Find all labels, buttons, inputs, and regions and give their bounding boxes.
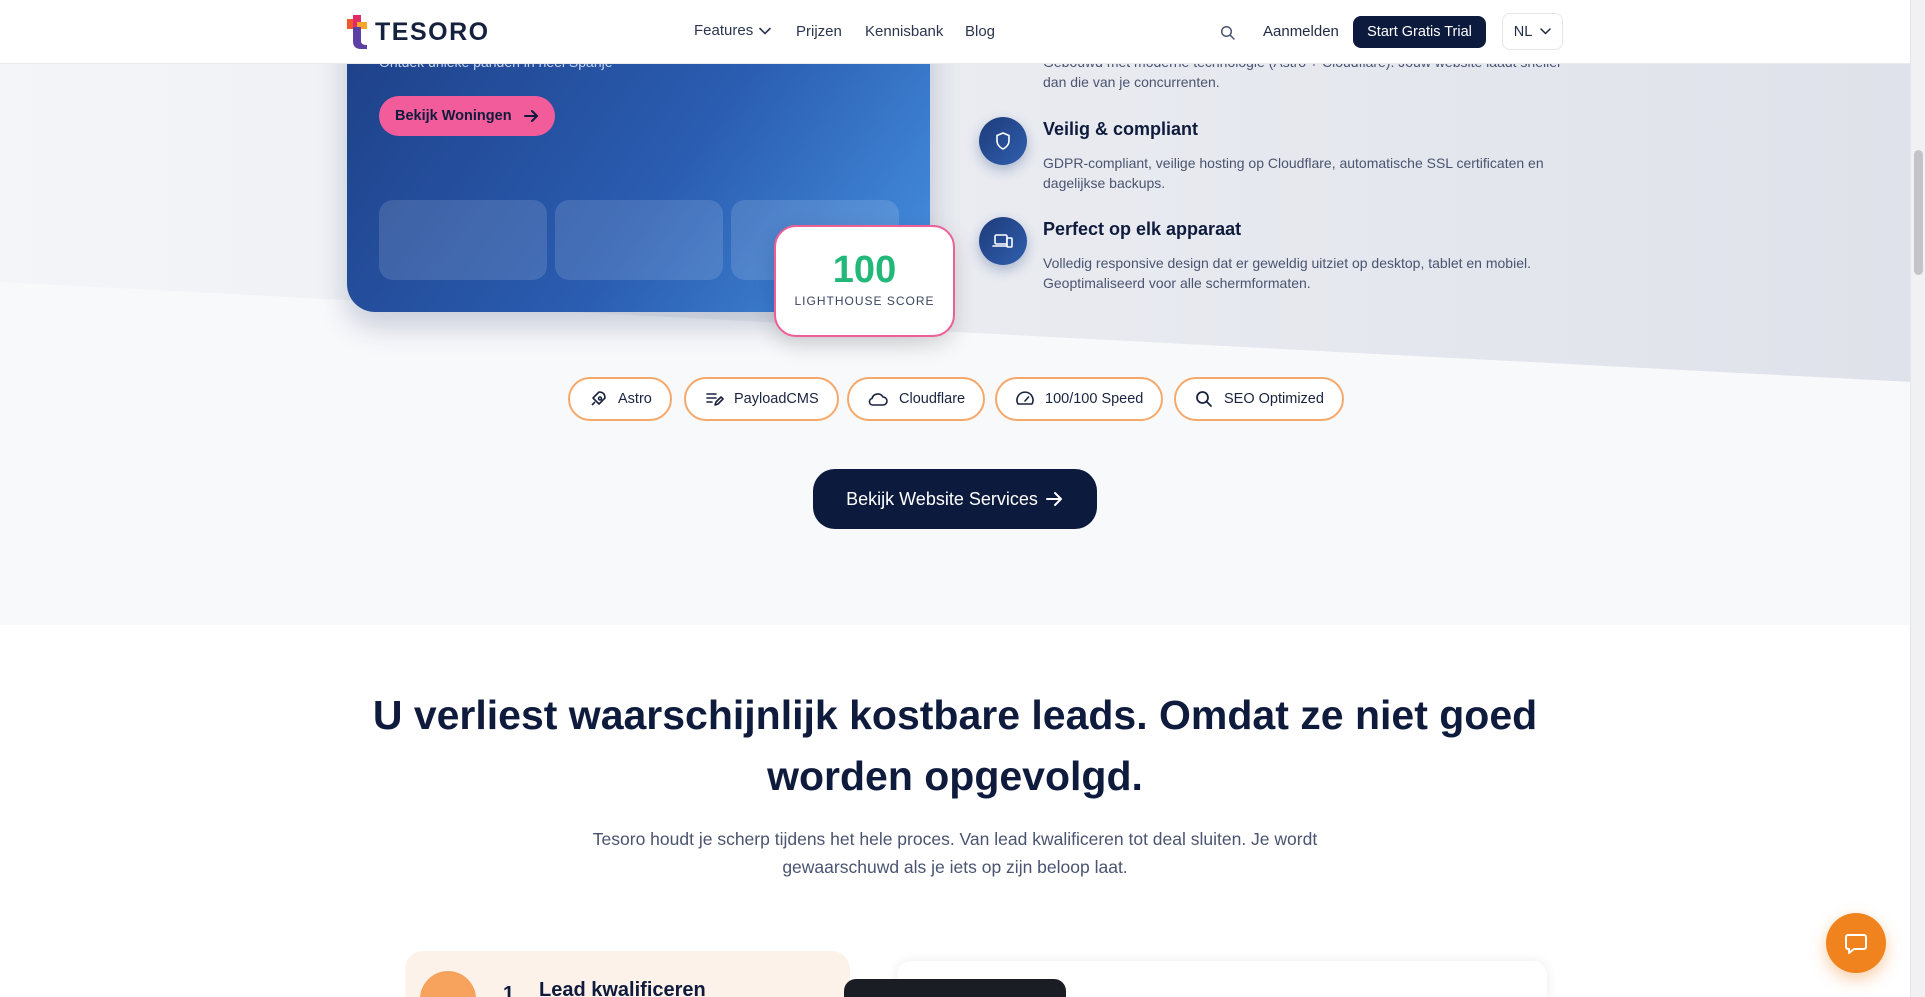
arrow-right-icon (1045, 492, 1062, 506)
chevron-down-icon (759, 27, 772, 35)
leads-subtitle: Tesoro houdt je scherp tijdens het hele … (592, 829, 1318, 877)
upper-section-background (0, 0, 1910, 625)
edit-icon (706, 393, 724, 406)
tech-pill-seo[interactable]: SEO Optimized (1174, 377, 1344, 421)
tech-pill-label: SEO Optimized (1224, 391, 1324, 407)
view-properties-label: Bekijk Woningen (395, 108, 512, 124)
hero-tile (555, 200, 723, 280)
tech-pill-cloudflare[interactable]: Cloudflare (847, 377, 986, 421)
devices-icon (979, 217, 1027, 265)
leads-heading-line: U verliest waarschijnlijk kostbare leads… (372, 692, 1538, 738)
nav-item-kennisbank[interactable]: Kennisbank (865, 23, 943, 40)
tesoro-logo-icon (347, 15, 367, 49)
tech-pill-label: Astro (618, 391, 652, 407)
feature-description: GDPR-compliant, veilige hosting op Cloud… (1043, 155, 1544, 191)
tech-pill-label: Cloudflare (899, 391, 966, 407)
nav-item-blog[interactable]: Blog (965, 23, 995, 40)
nav-item-label: Features (694, 22, 754, 39)
chevron-down-icon (1540, 28, 1552, 35)
nav-item-features[interactable]: Features (694, 22, 772, 39)
leads-heading: U verliest waarschijnlijk kostbare leads… (347, 685, 1563, 807)
nav-item-prijzen[interactable]: Prijzen (796, 23, 842, 40)
tech-pill-label: 100/100 Speed (1045, 391, 1144, 407)
tech-pill-speed[interactable]: 100/100 Speed (995, 377, 1164, 421)
arrow-right-icon (523, 110, 538, 122)
feature-title: Veilig & compliant (1043, 119, 1199, 139)
tech-pill-label: PayloadCMS (734, 391, 819, 407)
chat-icon (1845, 934, 1867, 954)
step-number: 1 (503, 983, 515, 997)
score-value: 100 (832, 249, 897, 291)
language-selector[interactable]: NL (1502, 13, 1563, 50)
services-button-label: Bekijk Website Services (846, 488, 1038, 509)
view-properties-button[interactable]: Bekijk Woningen (379, 96, 555, 136)
leads-heading-line: worden opgevolgd. (767, 753, 1143, 799)
shield-icon (979, 117, 1027, 165)
tech-pill-payloadcms[interactable]: PayloadCMS (684, 377, 839, 421)
dashboard-toolbar-preview (844, 979, 1066, 997)
search-icon (1196, 391, 1212, 407)
view-website-services-button[interactable]: Bekijk Website Services (813, 469, 1097, 529)
tech-pill-astro[interactable]: Astro (568, 377, 672, 421)
scrollbar-thumb[interactable] (1914, 150, 1923, 275)
feature-title: Perfect op elk apparaat (1043, 219, 1242, 239)
login-link[interactable]: Aanmelden (1263, 23, 1339, 40)
site-header: TESORO Features Prijzen Kennisbank Blog … (0, 0, 1910, 64)
rocket-icon (591, 391, 606, 406)
logo-text: TESORO (375, 17, 490, 46)
chat-button[interactable] (1826, 913, 1886, 973)
language-label: NL (1513, 23, 1533, 40)
tesoro-logo[interactable]: TESORO (347, 15, 490, 49)
speedometer-icon (1016, 391, 1034, 405)
hero-tile (379, 200, 547, 280)
start-trial-button[interactable]: Start Gratis Trial (1353, 16, 1486, 48)
search-icon[interactable] (1219, 24, 1237, 42)
lighthouse-score-card: 100 LIGHTHOUSE SCORE (774, 225, 955, 337)
score-label: LIGHTHOUSE SCORE (794, 294, 935, 308)
page-scrollbar[interactable] (1910, 0, 1925, 997)
lower-section-background (0, 625, 1910, 997)
step-title: Lead kwalificeren (539, 979, 706, 997)
feature-description: Volledig responsive design dat er geweld… (1043, 255, 1531, 291)
cloud-icon (868, 393, 888, 406)
